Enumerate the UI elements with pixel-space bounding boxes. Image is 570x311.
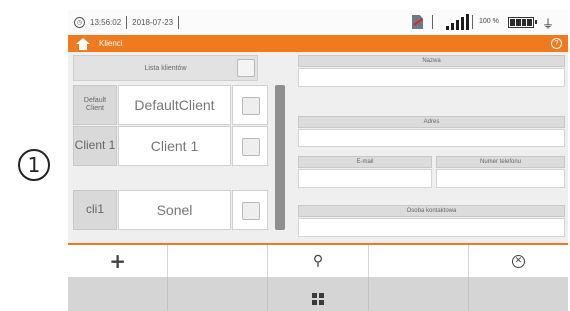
name-label: Nazwa xyxy=(298,55,565,67)
contact-person-field[interactable] xyxy=(298,218,565,237)
search-icon: ⚲ xyxy=(312,253,324,269)
status-divider xyxy=(178,16,180,29)
list-scrollbar[interactable] xyxy=(275,85,285,230)
bottom-nav xyxy=(68,277,568,311)
name-field[interactable] xyxy=(298,68,565,87)
email-label: E-mail xyxy=(298,156,432,168)
signal-icon xyxy=(446,14,469,30)
add-icon: + xyxy=(109,249,126,273)
action-toolbar: + ⚲ ✕ xyxy=(68,243,568,277)
phone-field[interactable] xyxy=(436,169,565,188)
menu-grid-icon xyxy=(312,293,324,305)
search-button[interactable]: ⚲ xyxy=(268,245,369,277)
battery-level: 100 % xyxy=(479,18,499,25)
client-code: Client 1 xyxy=(73,126,117,166)
client-code: Default Client xyxy=(73,85,117,125)
cancel-icon: ✕ xyxy=(511,254,525,268)
page-title: Klienci xyxy=(99,39,123,48)
nav-slot xyxy=(68,277,169,311)
sd-card-error-icon xyxy=(412,15,423,29)
nav-slot xyxy=(469,277,568,311)
client-name: Client 1 xyxy=(118,126,231,166)
email-field[interactable] xyxy=(298,169,432,188)
status-divider xyxy=(432,15,433,29)
select-all-checkbox[interactable] xyxy=(237,59,255,77)
client-code: cli1 xyxy=(73,190,117,230)
address-label: Adres xyxy=(298,116,565,128)
client-name: Sonel xyxy=(118,190,231,230)
scrollbar-thumb[interactable] xyxy=(275,85,285,230)
list-item[interactable]: Client 1 Client 1 xyxy=(73,126,268,166)
row-checkbox[interactable] xyxy=(242,202,260,220)
status-date: 2018-07-23 xyxy=(132,18,174,27)
title-bar: Klienci ? xyxy=(68,35,568,52)
status-divider xyxy=(472,15,473,29)
add-button[interactable]: + xyxy=(68,245,169,277)
battery-icon xyxy=(508,17,537,28)
row-checkbox-cell[interactable] xyxy=(232,190,268,230)
callout-number: 1 xyxy=(18,149,50,181)
help-icon[interactable]: ? xyxy=(551,38,562,49)
device-screen: ◷ 13:56:02 2018-07-23 100 % ⏚ Klienci ? … xyxy=(68,10,568,311)
client-list-title: Lista klientów xyxy=(144,64,187,72)
plug-icon: ⏚ xyxy=(542,17,555,31)
row-checkbox[interactable] xyxy=(242,97,260,115)
client-name: DefaultClient xyxy=(118,85,231,125)
cancel-button[interactable]: ✕ xyxy=(469,245,568,277)
contact-person-label: Osoba kontaktowa xyxy=(298,205,565,217)
list-item[interactable]: cli1 Sonel xyxy=(73,190,268,230)
row-checkbox[interactable] xyxy=(242,138,260,156)
address-field[interactable] xyxy=(298,129,565,147)
nav-slot xyxy=(168,277,269,311)
client-list-header: Lista klientów xyxy=(73,55,258,81)
status-time: 13:56:02 xyxy=(90,18,122,27)
nav-slot xyxy=(369,277,469,311)
home-icon[interactable] xyxy=(76,37,90,50)
toolbar-empty-slot xyxy=(369,245,469,277)
phone-label: Numer telefonu xyxy=(436,156,565,168)
main-menu-button[interactable] xyxy=(268,277,369,311)
clock-icon: ◷ xyxy=(74,17,85,28)
row-checkbox-cell[interactable] xyxy=(232,126,268,166)
toolbar-empty-slot xyxy=(168,245,269,277)
row-checkbox-cell[interactable] xyxy=(232,85,268,125)
list-item[interactable]: Default Client DefaultClient xyxy=(73,85,268,125)
status-divider xyxy=(126,16,128,29)
